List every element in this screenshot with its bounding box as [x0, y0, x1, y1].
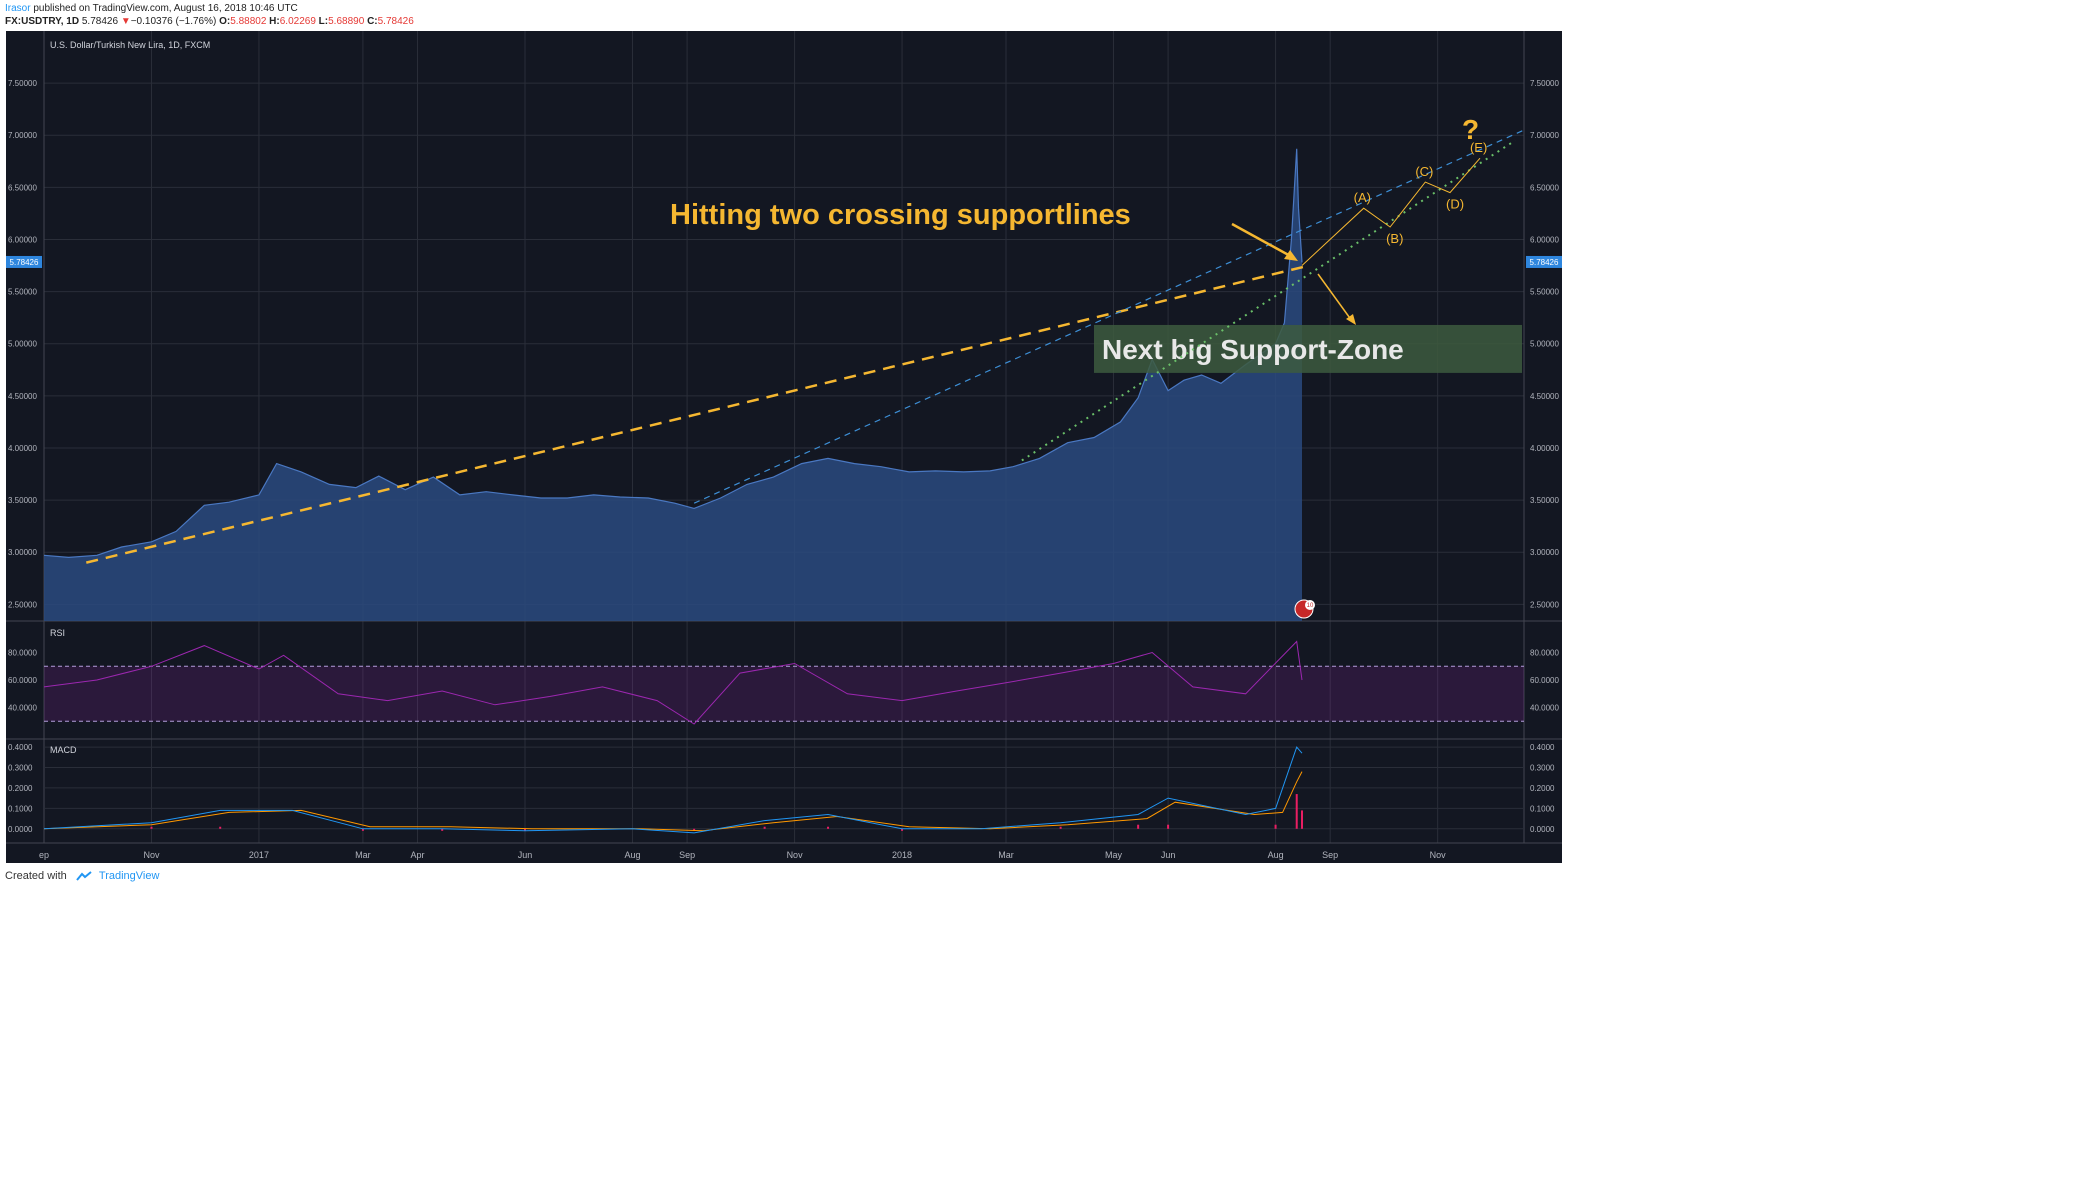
x-tick-label: 2017	[249, 850, 269, 860]
macd-tick-right: 0.2000	[1530, 784, 1555, 793]
wave-label: (C)	[1415, 164, 1433, 179]
publish-info: Irasor published on TradingView.com, Aug…	[5, 3, 298, 14]
x-tick-label: Aug	[1268, 850, 1284, 860]
y-tick-label-right: 6.50000	[1530, 183, 1559, 192]
y-tick-label-left: 4.00000	[8, 444, 37, 453]
event-count: 10	[1307, 603, 1314, 609]
rsi-tick-right: 40.0000	[1530, 704, 1559, 713]
chart-area[interactable]: ep Nov 2017 Mar Apr Jun Aug Sep Nov 2018 Mar May Jun…	[6, 31, 1562, 863]
symbol: FX:USDTRY, 1D	[5, 16, 80, 27]
y-tick-label-right: 5.00000	[1530, 340, 1559, 349]
low-value: 5.68890	[328, 16, 365, 27]
close-value: 5.78426	[377, 16, 414, 27]
y-tick-label-left: 5.50000	[8, 288, 37, 297]
change: −0.10376 (−1.76%)	[130, 16, 217, 27]
y-tick-label-left: 3.00000	[8, 548, 37, 557]
low-label: L:	[318, 16, 329, 27]
y-tick-label-right: 2.50000	[1530, 600, 1559, 609]
rsi-tick-left: 60.0000	[8, 676, 37, 685]
x-tick-label: Jun	[518, 850, 533, 860]
rsi-tick-right: 80.0000	[1530, 649, 1559, 658]
y-tick-label-left: 4.50000	[8, 392, 37, 401]
rsi-band	[44, 666, 1524, 722]
x-tick-label: Mar	[998, 850, 1014, 860]
x-tick-label: Mar	[355, 850, 371, 860]
price-badge-label-left: 5.78426	[10, 258, 39, 267]
down-arrow	[1317, 273, 1353, 322]
footer: Created with TradingView	[5, 870, 159, 882]
x-tick-label: Jun	[1161, 850, 1176, 860]
x-tick-label: Nov	[787, 850, 804, 860]
y-tick-label-right: 3.50000	[1530, 496, 1559, 505]
macd-tick-left: 0.1000	[8, 804, 33, 813]
y-tick-label-left: 5.00000	[8, 340, 37, 349]
tradingview-brand[interactable]: TradingView	[99, 870, 160, 882]
y-tick-label-left: 2.50000	[8, 600, 37, 609]
last-price: 5.78426	[81, 16, 119, 27]
open-label: O:	[219, 16, 231, 27]
wave-projection	[1301, 157, 1481, 266]
macd-label: MACD	[50, 745, 77, 755]
y-tick-label-left: 7.00000	[8, 131, 37, 140]
crossing-annotation: Hitting two crossing supportlines	[670, 199, 1131, 231]
support-zone-label: Next big Support-Zone	[1102, 334, 1404, 365]
x-tick-label: 2018	[892, 850, 912, 860]
open-value: 5.88802	[230, 16, 267, 27]
y-tick-label-right: 5.50000	[1530, 288, 1559, 297]
macd-tick-right: 0.0000	[1530, 825, 1555, 834]
ohlc-info: FX:USDTRY, 1D 5.78426 ▼−0.10376 (−1.76%)…	[5, 16, 414, 27]
y-tick-label-left: 3.50000	[8, 496, 37, 505]
x-tick-label: Nov	[143, 850, 160, 860]
macd-tick-right: 0.4000	[1530, 743, 1555, 752]
wave-label: (B)	[1386, 231, 1403, 246]
macd-tick-right: 0.3000	[1530, 764, 1555, 773]
y-tick-label-left: 7.50000	[8, 79, 37, 88]
rsi-label: RSI	[50, 628, 65, 638]
macd-tick-left: 0.4000	[8, 743, 33, 752]
published-text: published on TradingView.com, August 16,…	[33, 3, 298, 14]
wave-label: (A)	[1354, 190, 1371, 205]
question-mark: ?	[1462, 114, 1479, 145]
down-arrow-icon: ▼	[120, 16, 131, 27]
x-tick-label: Aug	[624, 850, 640, 860]
x-tick-label: Sep	[679, 850, 695, 860]
y-tick-label-left: 6.00000	[8, 235, 37, 244]
macd-tick-left: 0.2000	[8, 784, 33, 793]
macd-tick-left: 0.0000	[8, 825, 33, 834]
macd-tick-left: 0.3000	[8, 764, 33, 773]
chart-canvas[interactable]: ep Nov 2017 Mar Apr Jun Aug Sep Nov 2018 Mar May Jun…	[6, 31, 1562, 863]
x-tick-label: Nov	[1430, 850, 1447, 860]
tradingview-logo-icon	[76, 871, 92, 881]
high-value: 6.02269	[279, 16, 316, 27]
author-link[interactable]: Irasor	[5, 3, 31, 14]
y-tick-label-right: 7.00000	[1530, 131, 1559, 140]
chart-title: U.S. Dollar/Turkish New Lira, 1D, FXCM	[50, 40, 210, 50]
close-label: C:	[367, 16, 378, 27]
y-tick-label-right: 6.00000	[1530, 235, 1559, 244]
x-tick-label: ep	[39, 850, 49, 860]
x-tick-label: Apr	[411, 850, 425, 860]
chart-header: Irasor published on TradingView.com, Aug…	[5, 0, 1565, 30]
y-tick-label-right: 7.50000	[1530, 79, 1559, 88]
y-tick-label-right: 4.50000	[1530, 392, 1559, 401]
price-badge-label-right: 5.78426	[1530, 258, 1559, 267]
x-tick-label: Sep	[1322, 850, 1338, 860]
y-tick-label-right: 3.00000	[1530, 548, 1559, 557]
crossing-arrow	[1231, 222, 1295, 260]
y-tick-label-right: 4.00000	[1530, 444, 1559, 453]
rsi-tick-right: 60.0000	[1530, 676, 1559, 685]
x-tick-label: May	[1105, 850, 1123, 860]
y-tick-label-left: 6.50000	[8, 183, 37, 192]
macd-tick-right: 0.1000	[1530, 804, 1555, 813]
rsi-tick-left: 40.0000	[8, 704, 37, 713]
wave-label: (D)	[1446, 197, 1464, 212]
created-with-label: Created with	[5, 870, 67, 882]
rsi-tick-left: 80.0000	[8, 649, 37, 658]
high-label: H:	[269, 16, 280, 27]
